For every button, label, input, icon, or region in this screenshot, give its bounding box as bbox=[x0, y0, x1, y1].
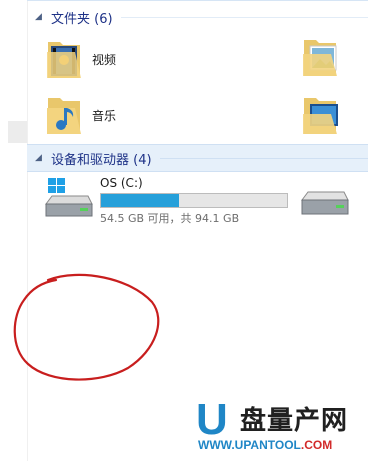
pictures-folder-icon bbox=[303, 40, 337, 76]
drive-free-space: 54.5 GB 可用，共 94.1 GB bbox=[100, 212, 240, 225]
watermark-brand: 盘量产网 bbox=[240, 406, 349, 436]
folder-item-desktop[interactable] bbox=[300, 92, 348, 138]
watermark-u-logo: U bbox=[196, 395, 228, 444]
drive-usage-fill bbox=[101, 194, 180, 207]
collapse-chevron-icon[interactable]: ◢ bbox=[35, 153, 49, 163]
watermark-url: WWW.UPANTOOL.COM bbox=[198, 438, 332, 452]
drive-item-second[interactable] bbox=[300, 186, 350, 226]
nav-pane-selected-item[interactable] bbox=[8, 121, 27, 143]
folder-name-videos: 视频 bbox=[92, 52, 117, 67]
drive-item-os-c[interactable]: OS (C:) 54.5 GB 可用，共 94.1 GB bbox=[44, 172, 294, 228]
top-divider bbox=[27, 0, 368, 1]
group-header-drives[interactable]: ◢ 设备和驱动器 (4) bbox=[27, 144, 368, 172]
collapse-chevron-icon[interactable]: ◢ bbox=[35, 12, 49, 22]
desktop-folder-icon bbox=[303, 98, 338, 134]
folder-item-videos[interactable]: 视频 bbox=[44, 36, 116, 82]
group-header-folders[interactable]: ◢ 文件夹 (6) bbox=[27, 4, 368, 30]
drive-usage-bar bbox=[100, 193, 288, 208]
red-circle-annotation bbox=[13, 273, 160, 381]
drive-name: OS (C:) bbox=[100, 176, 143, 190]
folder-name-music: 音乐 bbox=[92, 108, 117, 123]
navigation-pane bbox=[0, 0, 28, 461]
hard-drive-icon bbox=[301, 191, 349, 215]
group-divider bbox=[159, 157, 368, 159]
music-folder-icon bbox=[47, 98, 81, 134]
group-divider bbox=[120, 16, 368, 18]
group-title-folders: 文件夹 (6) bbox=[51, 11, 113, 27]
windows-drive-icon bbox=[45, 178, 93, 217]
group-title-drives: 设备和驱动器 (4) bbox=[51, 152, 152, 168]
folder-item-music[interactable]: 音乐 bbox=[44, 92, 116, 138]
site-watermark: U 盘量产网 WWW.UPANTOOL.COM bbox=[196, 396, 366, 458]
video-folder-icon bbox=[47, 42, 81, 78]
watermark-url-suffix: .COM bbox=[300, 438, 333, 452]
watermark-url-prefix: WWW.UPANTOOL bbox=[198, 438, 301, 452]
folder-item-pictures[interactable] bbox=[300, 34, 348, 80]
